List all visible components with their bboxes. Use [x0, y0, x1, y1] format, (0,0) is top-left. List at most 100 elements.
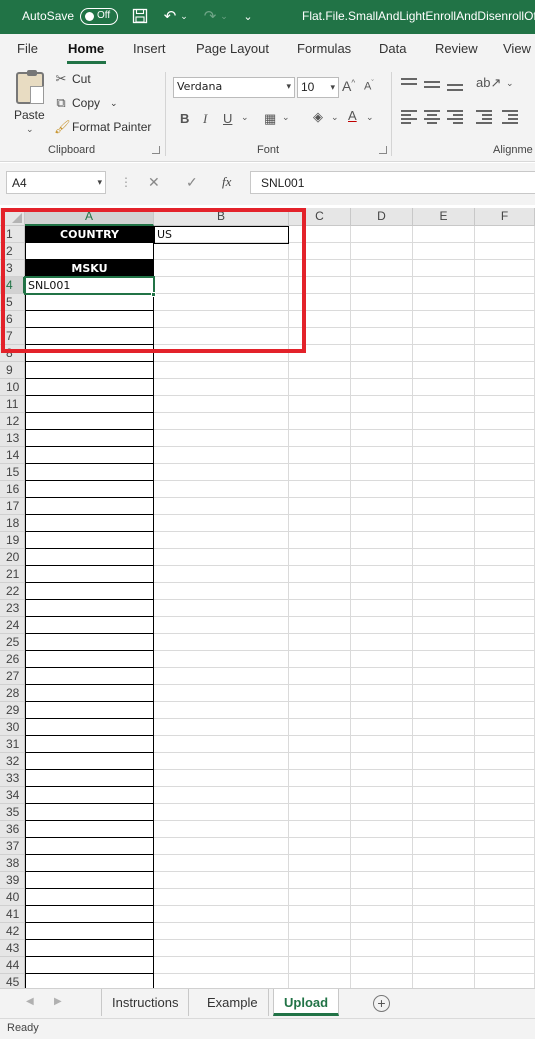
row-header-11[interactable]: 11 [0, 396, 25, 413]
borders-dropdown-icon[interactable]: ⌄ [282, 112, 290, 123]
decrease-font-size-icon[interactable]: Aˇ [364, 80, 374, 93]
column-header-e[interactable]: E [413, 208, 475, 226]
row-header-41[interactable]: 41 [0, 906, 25, 923]
font-color-icon[interactable]: A [348, 108, 357, 123]
font-color-dropdown-icon[interactable]: ⌄ [366, 112, 374, 123]
row-header-28[interactable]: 28 [0, 685, 25, 702]
bold-icon[interactable]: B [180, 111, 189, 126]
row-header-4[interactable]: 4 [0, 277, 25, 294]
row-header-45[interactable]: 45 [0, 974, 25, 988]
worksheet-grid[interactable]: ABCDEF 1 2 3 4 5 6 7 8 9 10 11 12 13 14 15 16 17 18 19 20 21… [0, 205, 535, 988]
font-size-select[interactable]: 10 ▾ [297, 77, 339, 98]
redo-icon[interactable]: ↷ [200, 6, 220, 26]
row-header-37[interactable]: 37 [0, 838, 25, 855]
undo-dropdown-icon[interactable]: ⌄ [178, 6, 190, 26]
cell-a3[interactable]: MSKU [26, 260, 153, 277]
row-header-6[interactable]: 6 [0, 311, 25, 328]
row-header-1[interactable]: 1 [0, 226, 25, 243]
row-header-30[interactable]: 30 [0, 719, 25, 736]
copy-button[interactable]: ⧉ Copy ⌄ [54, 95, 118, 111]
row-header-32[interactable]: 32 [0, 753, 25, 770]
tab-file[interactable]: File [17, 41, 38, 56]
row-header-26[interactable]: 26 [0, 651, 25, 668]
align-right-icon[interactable] [447, 110, 463, 124]
row-header-16[interactable]: 16 [0, 481, 25, 498]
underline-dropdown-icon[interactable]: ⌄ [241, 112, 249, 123]
column-header-f[interactable]: F [475, 208, 535, 226]
copy-dropdown-icon[interactable]: ⌄ [110, 98, 118, 109]
row-header-17[interactable]: 17 [0, 498, 25, 515]
align-center-icon[interactable] [424, 110, 440, 124]
row-header-44[interactable]: 44 [0, 957, 25, 974]
increase-font-size-icon[interactable]: A^ [342, 78, 355, 94]
orientation-icon[interactable]: ab↗ [476, 75, 501, 91]
autosave-toggle[interactable]: Off [80, 8, 118, 25]
insert-function-icon[interactable]: fx [222, 174, 231, 190]
row-header-38[interactable]: 38 [0, 855, 25, 872]
increase-indent-icon[interactable] [502, 110, 518, 124]
row-header-27[interactable]: 27 [0, 668, 25, 685]
scroll-tabs-right-icon[interactable]: ▶ [54, 996, 62, 1007]
row-header-12[interactable]: 12 [0, 413, 25, 430]
sheet-tab-upload[interactable]: Upload [273, 989, 340, 1016]
decrease-indent-icon[interactable] [476, 110, 492, 124]
row-header-9[interactable]: 9 [0, 362, 25, 379]
align-left-icon[interactable] [401, 110, 417, 124]
row-header-34[interactable]: 34 [0, 787, 25, 804]
undo-icon[interactable]: ↶ [160, 6, 180, 26]
column-header-d[interactable]: D [351, 208, 413, 226]
format-painter-button[interactable]: 🖌 Format Painter [54, 119, 151, 135]
tab-formulas[interactable]: Formulas [297, 41, 351, 56]
row-header-18[interactable]: 18 [0, 515, 25, 532]
font-launcher-icon[interactable] [379, 146, 387, 154]
row-header-20[interactable]: 20 [0, 549, 25, 566]
row-header-21[interactable]: 21 [0, 566, 25, 583]
tab-view[interactable]: View [503, 41, 531, 56]
sheet-tab-instructions[interactable]: Instructions [101, 989, 190, 1016]
row-header-29[interactable]: 29 [0, 702, 25, 719]
tab-data[interactable]: Data [379, 41, 406, 56]
redo-dropdown-icon[interactable]: ⌄ [218, 6, 230, 26]
enter-icon[interactable]: ✓ [186, 174, 198, 191]
fill-color-dropdown-icon[interactable]: ⌄ [331, 112, 339, 123]
font-name-select[interactable]: Verdana ▾ [173, 77, 295, 98]
tab-home[interactable]: Home [68, 41, 104, 56]
add-sheet-icon[interactable]: + [373, 995, 390, 1012]
row-header-33[interactable]: 33 [0, 770, 25, 787]
tab-insert[interactable]: Insert [133, 41, 166, 56]
row-header-14[interactable]: 14 [0, 447, 25, 464]
row-header-36[interactable]: 36 [0, 821, 25, 838]
row-header-15[interactable]: 15 [0, 464, 25, 481]
top-align-icon[interactable] [401, 78, 417, 92]
row-header-19[interactable]: 19 [0, 532, 25, 549]
column-header-b[interactable]: B [154, 208, 289, 226]
column-header-a[interactable]: A [25, 208, 154, 226]
row-header-13[interactable]: 13 [0, 430, 25, 447]
fill-color-icon[interactable]: ◈ [313, 109, 323, 125]
row-header-22[interactable]: 22 [0, 583, 25, 600]
select-all-button[interactable] [0, 208, 25, 226]
paste-dropdown-icon[interactable]: ⌄ [26, 124, 34, 135]
row-header-10[interactable]: 10 [0, 379, 25, 396]
row-header-42[interactable]: 42 [0, 923, 25, 940]
clipboard-launcher-icon[interactable] [152, 146, 160, 154]
save-icon[interactable] [130, 6, 150, 26]
row-header-25[interactable]: 25 [0, 634, 25, 651]
formula-input[interactable]: SNL001 [250, 171, 535, 194]
scroll-tabs-left-icon[interactable]: ◀ [26, 996, 34, 1007]
italic-icon[interactable]: I [203, 111, 207, 127]
fill-handle[interactable] [151, 292, 156, 297]
cell-a1[interactable]: COUNTRY [26, 226, 153, 243]
row-header-8[interactable]: 8 [0, 345, 25, 362]
row-header-23[interactable]: 23 [0, 600, 25, 617]
row-header-5[interactable]: 5 [0, 294, 25, 311]
column-header-c[interactable]: C [289, 208, 351, 226]
sheet-tab-example[interactable]: Example [197, 989, 269, 1016]
name-box[interactable]: A4 ▾ [6, 171, 106, 194]
tab-page-layout[interactable]: Page Layout [196, 41, 269, 56]
customize-quick-access-icon[interactable]: ⌄ [238, 6, 258, 26]
row-header-35[interactable]: 35 [0, 804, 25, 821]
middle-align-icon[interactable] [424, 78, 440, 92]
underline-icon[interactable]: U [223, 111, 232, 126]
cancel-icon[interactable]: ✕ [148, 174, 160, 191]
